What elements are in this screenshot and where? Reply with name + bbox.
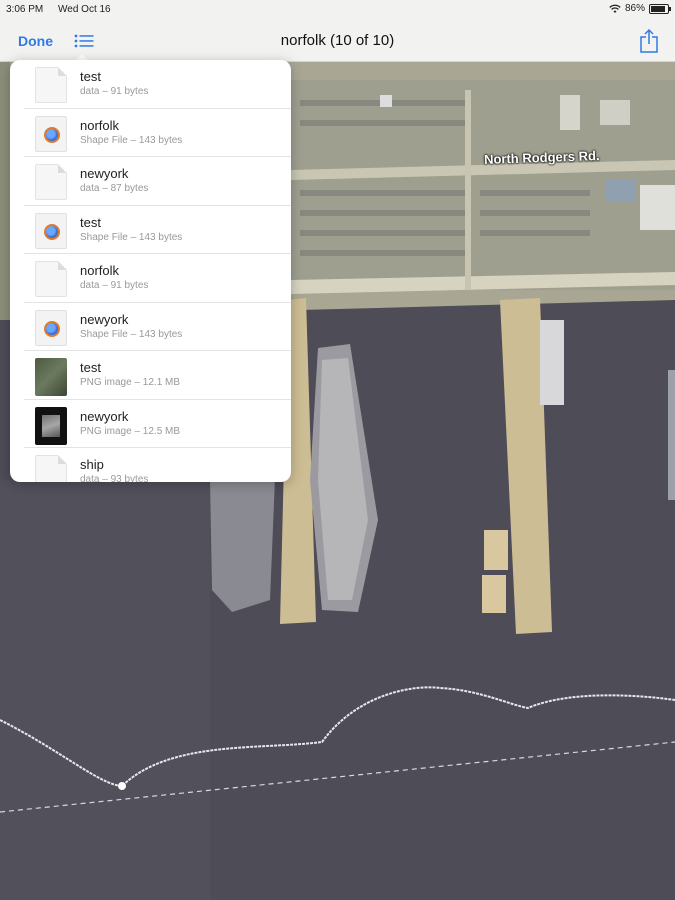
status-time: 3:06 PM (6, 4, 44, 15)
wifi-icon (609, 4, 621, 13)
png-thumbnail (35, 358, 67, 396)
file-name: norfolk (80, 117, 120, 133)
list-item[interactable]: test data – 91 bytes (10, 60, 291, 109)
file-name: newyork (80, 408, 129, 424)
file-meta: Shape File – 143 bytes (80, 134, 183, 146)
page-title: norfolk (10 of 10) (280, 32, 395, 49)
status-bar: 3:06 PM Wed Oct 16 86% (0, 0, 675, 20)
document-icon (35, 455, 67, 482)
list-item[interactable]: ship data – 93 bytes (10, 448, 291, 482)
file-name: norfolk (80, 263, 120, 278)
list-item[interactable]: norfolk Shape File – 143 bytes (10, 109, 291, 157)
list-item[interactable]: test PNG image – 12.1 MB (10, 351, 291, 400)
file-meta: data – 93 bytes (80, 474, 149, 482)
document-icon (35, 164, 67, 200)
list-item[interactable]: norfolk data – 91 bytes (10, 254, 291, 303)
battery-icon (649, 3, 671, 14)
navigation-bar: Done norfolk (10 of 10) (0, 20, 675, 62)
file-meta: Shape File – 143 bytes (80, 231, 183, 243)
file-meta: PNG image – 12.1 MB (80, 377, 181, 388)
png-thumbnail (35, 406, 67, 445)
file-meta: data – 91 bytes (80, 86, 149, 97)
file-meta: Shape File – 143 bytes (80, 328, 183, 340)
battery-fill (651, 5, 665, 12)
file-meta: data – 87 bytes (80, 183, 149, 194)
list-item[interactable]: test Shape File – 143 bytes (10, 206, 291, 254)
shapefile-icon (35, 309, 67, 346)
file-name: test (80, 214, 101, 230)
list-item[interactable]: newyork PNG image – 12.5 MB (10, 400, 291, 448)
document-icon (35, 261, 67, 297)
file-name: newyork (80, 166, 129, 181)
shapefile-icon (35, 115, 67, 152)
file-name: ship (80, 457, 104, 472)
shapefile-icon (35, 212, 67, 249)
list-item[interactable]: newyork data – 87 bytes (10, 157, 291, 206)
status-date: Wed Oct 16 (58, 4, 111, 15)
file-meta: data – 91 bytes (80, 280, 149, 291)
share-icon[interactable] (639, 28, 659, 54)
file-name: test (80, 360, 101, 375)
status-right: 86% (609, 3, 671, 14)
file-name: test (80, 69, 101, 84)
file-name: newyork (80, 311, 129, 327)
file-list-popover: test data – 91 bytes norfolk Shape File … (10, 60, 291, 482)
file-meta: PNG image – 12.5 MB (80, 425, 181, 437)
battery-percent: 86% (624, 3, 645, 14)
list-item[interactable]: newyork Shape File – 143 bytes (10, 303, 291, 351)
document-icon (35, 67, 67, 103)
